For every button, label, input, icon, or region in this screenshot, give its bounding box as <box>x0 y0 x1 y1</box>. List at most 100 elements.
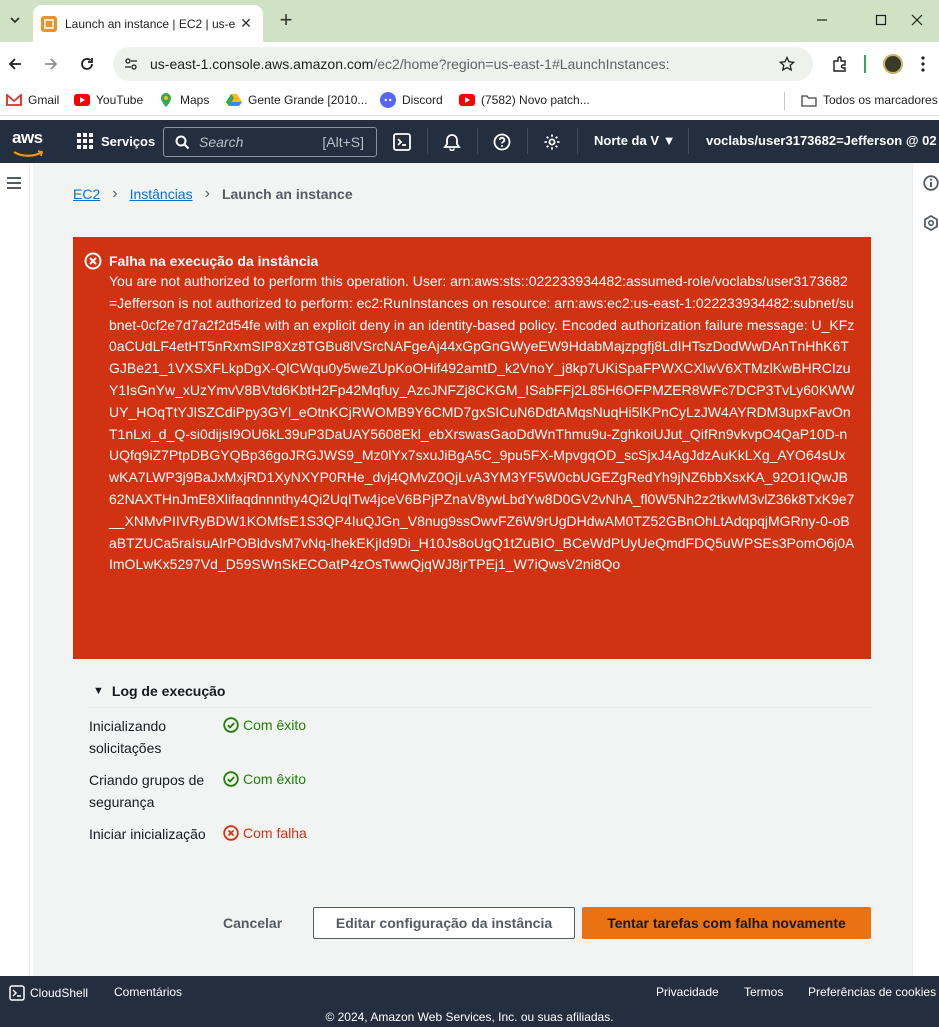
edit-config-button[interactable]: Editar configuração da instância <box>313 907 575 939</box>
close-icon <box>911 14 923 26</box>
all-bookmarks[interactable]: Todos os marcadores <box>801 93 938 107</box>
chevron-right-icon: › <box>112 185 118 202</box>
alert-message: You are not authorized to perform this o… <box>109 273 855 573</box>
feedback-link[interactable]: Comentários <box>114 985 182 999</box>
breadcrumb-ec2[interactable]: EC2 <box>73 186 100 202</box>
cloudshell-link[interactable]: CloudShell <box>9 985 88 1001</box>
divider <box>89 707 871 708</box>
search-shortcut: [Alt+S] <box>322 134 364 150</box>
tab-title: Launch an instance | EC2 | us-ea <box>65 16 235 31</box>
url-path: /ec2/home?region=us-east-1#LaunchInstanc… <box>373 56 670 72</box>
bookmark-youtube[interactable]: YouTube <box>74 93 143 107</box>
retry-failed-tasks-button[interactable]: Tentar tarefas com falha novamente <box>582 907 871 939</box>
new-tab-button[interactable]: + <box>276 9 296 31</box>
more-options-icon[interactable] <box>920 56 926 72</box>
chevron-right-icon: › <box>204 185 210 202</box>
aws-smile-icon <box>13 150 44 157</box>
breadcrumb-instances[interactable]: Instâncias <box>130 186 193 202</box>
terms-link[interactable]: Termos <box>744 985 783 999</box>
hamburger-menu-icon[interactable] <box>6 176 22 190</box>
terminal-icon <box>9 985 25 1001</box>
discord-icon <box>380 92 396 108</box>
aws-logo[interactable]: aws <box>12 128 44 161</box>
caret-down-icon: ▼ <box>93 685 104 697</box>
cancel-button[interactable]: Cancelar <box>223 907 282 939</box>
bookmark-gente-grande[interactable]: Gente Grande [2010... <box>226 93 367 107</box>
extension-divider <box>864 55 866 73</box>
check-circle-icon <box>223 717 239 733</box>
tab-search-button[interactable] <box>4 9 26 31</box>
account-menu[interactable]: voclabs/user3173682=Jefferson @ 02 ▼ <box>706 133 939 148</box>
bookmarks-bar: Gmail YouTube Maps Gente Grande [2010...… <box>0 86 939 116</box>
bookmark-label: Gente Grande [2010... <box>248 93 368 107</box>
reload-icon <box>81 58 93 70</box>
nav-separator <box>427 128 428 154</box>
cookie-preferences-link[interactable]: Preferências de cookies <box>808 985 936 999</box>
bookmark-star-icon[interactable] <box>779 56 795 72</box>
aws-favicon-icon <box>41 15 57 32</box>
help-button[interactable] <box>492 132 512 152</box>
status-text: Com êxito <box>243 771 307 787</box>
tools-rail <box>912 163 939 976</box>
services-label: Serviços <box>101 133 156 149</box>
launch-log-title: Log de execução <box>111 683 226 699</box>
aws-logo-text: aws <box>12 128 43 147</box>
bell-icon <box>443 134 461 151</box>
privacy-link[interactable]: Privacidade <box>656 985 719 999</box>
search-placeholder: Search <box>199 134 244 150</box>
status-text: Com falha <box>243 825 307 841</box>
maximize-icon <box>875 14 887 26</box>
browser-tab-active[interactable]: Launch an instance | EC2 | us-ea ✕ <box>33 5 263 42</box>
log-step-label: Criando grupos de segurança <box>89 772 205 810</box>
maximize-button[interactable] <box>871 10 891 30</box>
back-button[interactable] <box>4 53 26 75</box>
chevron-down-icon <box>10 17 20 24</box>
info-icon[interactable] <box>923 175 939 191</box>
console-footer: CloudShell Comentários Privacidade Termo… <box>0 976 939 1027</box>
profile-avatar[interactable] <box>883 54 903 74</box>
site-settings-icon[interactable] <box>123 56 139 72</box>
search-input[interactable]: Search [Alt+S] <box>163 127 377 157</box>
bookmark-discord[interactable]: Discord <box>380 92 443 108</box>
services-menu[interactable]: Serviços <box>77 133 155 149</box>
bookmark-label: (7582) Novo patch... <box>481 93 590 107</box>
settings-button[interactable] <box>542 132 562 152</box>
bookmark-label: Maps <box>180 93 210 107</box>
browser-tab-strip: Launch an instance | EC2 | us-ea ✕ + <box>0 0 939 42</box>
url-host: us-east-1.console.aws.amazon.com <box>150 56 374 72</box>
bookmarks-divider <box>784 92 785 110</box>
folder-icon <box>801 93 817 107</box>
alert-title: Falha na execução da instância <box>109 253 319 269</box>
url-text: us-east-1.console.aws.amazon.com/ec2/hom… <box>150 56 669 72</box>
all-bookmarks-label: Todos os marcadores <box>823 93 938 107</box>
hexagon-settings-icon[interactable] <box>923 215 939 231</box>
main-content: EC2 › Instâncias › Launch an instance Fa… <box>33 163 912 976</box>
cloudshell-button[interactable] <box>392 132 412 152</box>
breadcrumb-current: Launch an instance <box>221 186 353 202</box>
bookmark-novo-patch[interactable]: (7582) Novo patch... <box>459 93 590 107</box>
youtube-icon <box>74 93 90 107</box>
error-alert: Falha na execução da instância You are n… <box>73 237 871 659</box>
breadcrumb: EC2 › Instâncias › Launch an instance <box>73 185 353 203</box>
copyright: © 2024, Amazon Web Services, Inc. ou sua… <box>325 1010 614 1024</box>
forward-button[interactable] <box>40 53 62 75</box>
tab-close-icon[interactable]: ✕ <box>237 15 255 32</box>
drive-icon <box>226 93 242 107</box>
arrow-right-icon <box>45 58 58 70</box>
address-bar[interactable]: us-east-1.console.aws.amazon.com/ec2/hom… <box>113 47 813 81</box>
close-window-button[interactable] <box>907 10 927 30</box>
bookmark-maps[interactable]: Maps <box>158 93 209 107</box>
log-step-status: Com falha <box>223 825 307 841</box>
reload-button[interactable] <box>76 53 98 75</box>
nav-separator <box>477 128 478 154</box>
gmail-icon <box>6 93 22 107</box>
extensions-icon[interactable] <box>831 55 849 73</box>
bookmark-gmail[interactable]: Gmail <box>6 93 59 107</box>
error-circle-icon <box>84 252 102 270</box>
help-icon <box>493 133 511 151</box>
terminal-icon <box>393 133 411 151</box>
region-selector[interactable]: Norte da V ▼ <box>594 133 676 148</box>
launch-log-toggle[interactable]: ▼ Log de execução <box>93 683 225 699</box>
minimize-button[interactable] <box>812 10 832 30</box>
notifications-button[interactable] <box>442 132 462 152</box>
